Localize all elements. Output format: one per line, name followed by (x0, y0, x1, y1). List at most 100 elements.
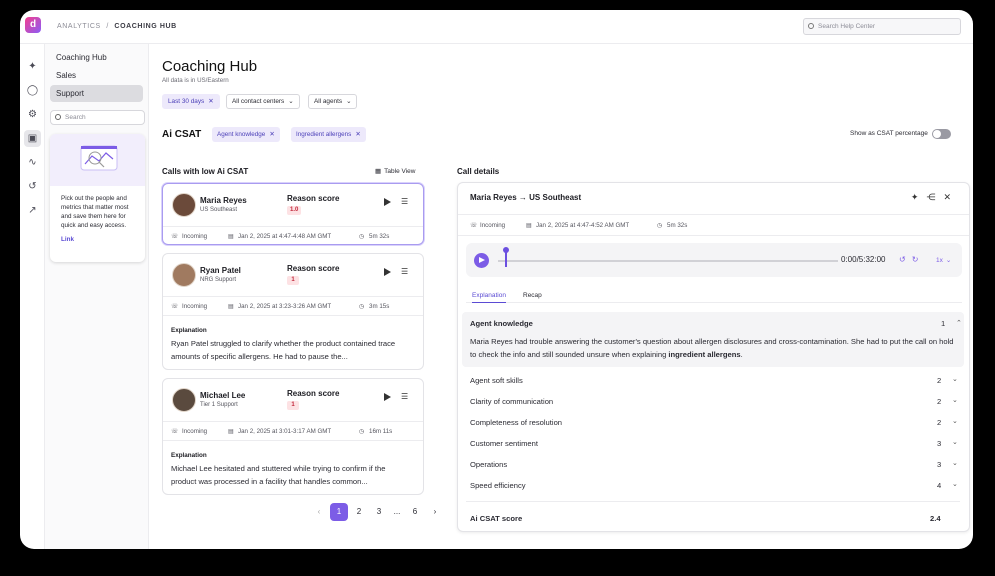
audio-player: 0:00/5:32:00 ↺↻ 1x ⌄ (466, 243, 962, 277)
breadcrumb-root[interactable]: ANALYTICS (57, 23, 101, 30)
scrubber-handle[interactable] (502, 247, 509, 267)
chevron-down-icon: ⌄ (945, 257, 952, 264)
play-icon[interactable] (384, 198, 391, 206)
csat-percentage-label: Show as CSAT percentage (850, 130, 928, 137)
coaching-icon[interactable]: ▣ (24, 130, 41, 147)
agent-name: Maria Reyes (200, 196, 247, 205)
divider (466, 501, 960, 502)
close-icon[interactable]: ✕ (269, 131, 274, 138)
settings-icon[interactable]: ⚙ (24, 106, 41, 123)
top-bar: d ANALYTICS / COACHING HUB Search Help C… (20, 10, 973, 44)
date-filter[interactable]: Last 30 days ✕ (162, 94, 220, 109)
playback-speed-select[interactable]: 1x ⌄ (936, 256, 951, 264)
play-button[interactable] (474, 253, 489, 268)
calendar-icon: ▤ (228, 428, 234, 435)
play-icon[interactable] (384, 393, 391, 401)
call-card[interactable]: Ryan Patel NRG Support Reason score 1 ☰ … (162, 253, 424, 370)
call-direction: Incoming (182, 233, 208, 240)
subnav-search-placeholder: Search (65, 114, 86, 121)
phone-incoming-icon: ☏ (470, 222, 478, 229)
page-2-button[interactable]: 2 (350, 503, 368, 521)
timezone-note: All data is in US/Eastern (162, 77, 229, 84)
pulse-icon[interactable]: ∿ (24, 154, 41, 171)
forward-icon[interactable]: ↻ (912, 255, 925, 264)
history-icon[interactable]: ↺ (24, 178, 41, 195)
page-3-button[interactable]: 3 (370, 503, 388, 521)
call-datetime: Jan 2, 2025 at 3:01-3:17 AM GMT (238, 428, 332, 435)
avatar (172, 388, 196, 412)
audio-time: 0:00/5:32:00 (841, 255, 886, 264)
agent-name: Michael Lee (200, 391, 246, 400)
clock-icon: ◷ (657, 222, 663, 229)
call-direction: Incoming (182, 428, 208, 435)
share-icon[interactable]: ⋲ (926, 192, 943, 202)
page-title: Coaching Hub (162, 58, 258, 75)
chip-agent-knowledge[interactable]: Agent knowledge ✕ (212, 127, 280, 142)
app-window: d ANALYTICS / COACHING HUB Search Help C… (20, 10, 973, 549)
contact-center-filter[interactable]: All contact centers ⌄ (226, 94, 300, 109)
prev-page-button[interactable]: ‹ (310, 503, 328, 521)
details-tabs: Explanation Recap (466, 289, 962, 303)
chevron-down-icon: ⌄ (288, 98, 294, 105)
chevron-down-icon[interactable]: ⌄ (952, 459, 958, 467)
chevron-down-icon[interactable]: ⌄ (952, 375, 958, 383)
call-duration: 3m 15s (369, 303, 390, 310)
promo-link[interactable]: Link (61, 236, 74, 243)
sub-navigation: Coaching Hub Sales Support Search Pick o… (45, 44, 149, 549)
criterion-score: 2 (937, 397, 942, 406)
transcript-icon[interactable]: ☰ (401, 267, 408, 276)
explanation-label: Explanation (171, 452, 207, 459)
chevron-up-icon[interactable]: ⌃ (956, 319, 962, 327)
criterion-score: 2 (937, 376, 942, 385)
phone-incoming-icon: ☏ (171, 428, 179, 435)
csat-percentage-toggle[interactable] (932, 129, 951, 139)
play-icon[interactable] (384, 268, 391, 276)
agent-team: US Southeast (200, 207, 238, 213)
transcript-icon[interactable]: ☰ (401, 197, 408, 206)
subnav-item-support[interactable]: Support (50, 85, 143, 102)
next-page-button[interactable]: › (426, 503, 444, 521)
reason-score-badge: 1.0 (287, 206, 302, 215)
clock-icon: ◷ (359, 428, 365, 435)
avatar (172, 193, 196, 217)
close-icon[interactable]: ✕ (208, 98, 213, 105)
agent-team: Tier 1 Support (200, 402, 238, 408)
tab-explanation[interactable]: Explanation (472, 292, 506, 303)
transcript-icon[interactable]: ☰ (401, 392, 408, 401)
call-card[interactable]: Michael Lee Tier 1 Support Reason score … (162, 378, 424, 495)
breadcrumb-current: COACHING HUB (114, 23, 177, 30)
subnav-search-input[interactable]: Search (50, 110, 145, 125)
audio-scrubber[interactable] (498, 260, 838, 262)
user-icon[interactable]: ◯ (24, 82, 41, 99)
call-card[interactable]: Maria Reyes US Southeast Reason score 1.… (162, 183, 424, 245)
chevron-down-icon[interactable]: ⌄ (952, 480, 958, 488)
chevron-down-icon[interactable]: ⌄ (952, 438, 958, 446)
call-details-title: Call details (457, 167, 500, 176)
close-icon[interactable]: ✕ (943, 192, 959, 202)
agent-team: NRG Support (200, 277, 237, 283)
rewind-icon[interactable]: ↺ (899, 255, 912, 264)
chevron-down-icon: ⌄ (346, 98, 352, 105)
subnav-item-sales[interactable]: Sales (50, 67, 143, 84)
table-view-button[interactable]: ▦ Table View (375, 167, 415, 175)
trend-icon[interactable]: ↗ (24, 202, 41, 219)
page-1-button[interactable]: 1 (330, 503, 348, 521)
icon-rail: ✦ ◯ ⚙ ▣ ∿ ↺ ↗ (20, 44, 45, 549)
tab-recap[interactable]: Recap (523, 292, 542, 303)
reason-score-label: Reason score (287, 264, 340, 273)
chip-ingredient-allergens[interactable]: Ingredient allergens ✕ (291, 127, 366, 142)
sparkle-icon[interactable]: ✦ (911, 192, 927, 202)
app-logo[interactable]: d (25, 17, 41, 33)
criterion-expanded[interactable]: Agent knowledge 1 ⌃ Maria Reyes had trou… (462, 312, 964, 367)
chevron-down-icon[interactable]: ⌄ (952, 417, 958, 425)
help-center-search[interactable]: Search Help Center (803, 18, 961, 35)
chevron-down-icon[interactable]: ⌄ (952, 396, 958, 404)
calendar-icon: ▤ (526, 222, 532, 229)
subnav-item-coaching-hub[interactable]: Coaching Hub (50, 49, 143, 66)
page-6-button[interactable]: 6 (406, 503, 424, 521)
close-icon[interactable]: ✕ (355, 131, 360, 138)
sparkle-icon[interactable]: ✦ (24, 58, 41, 75)
agents-filter[interactable]: All agents ⌄ (308, 94, 358, 109)
chart-illustration-icon (80, 145, 118, 171)
agents-filter-label: All agents (314, 98, 343, 105)
